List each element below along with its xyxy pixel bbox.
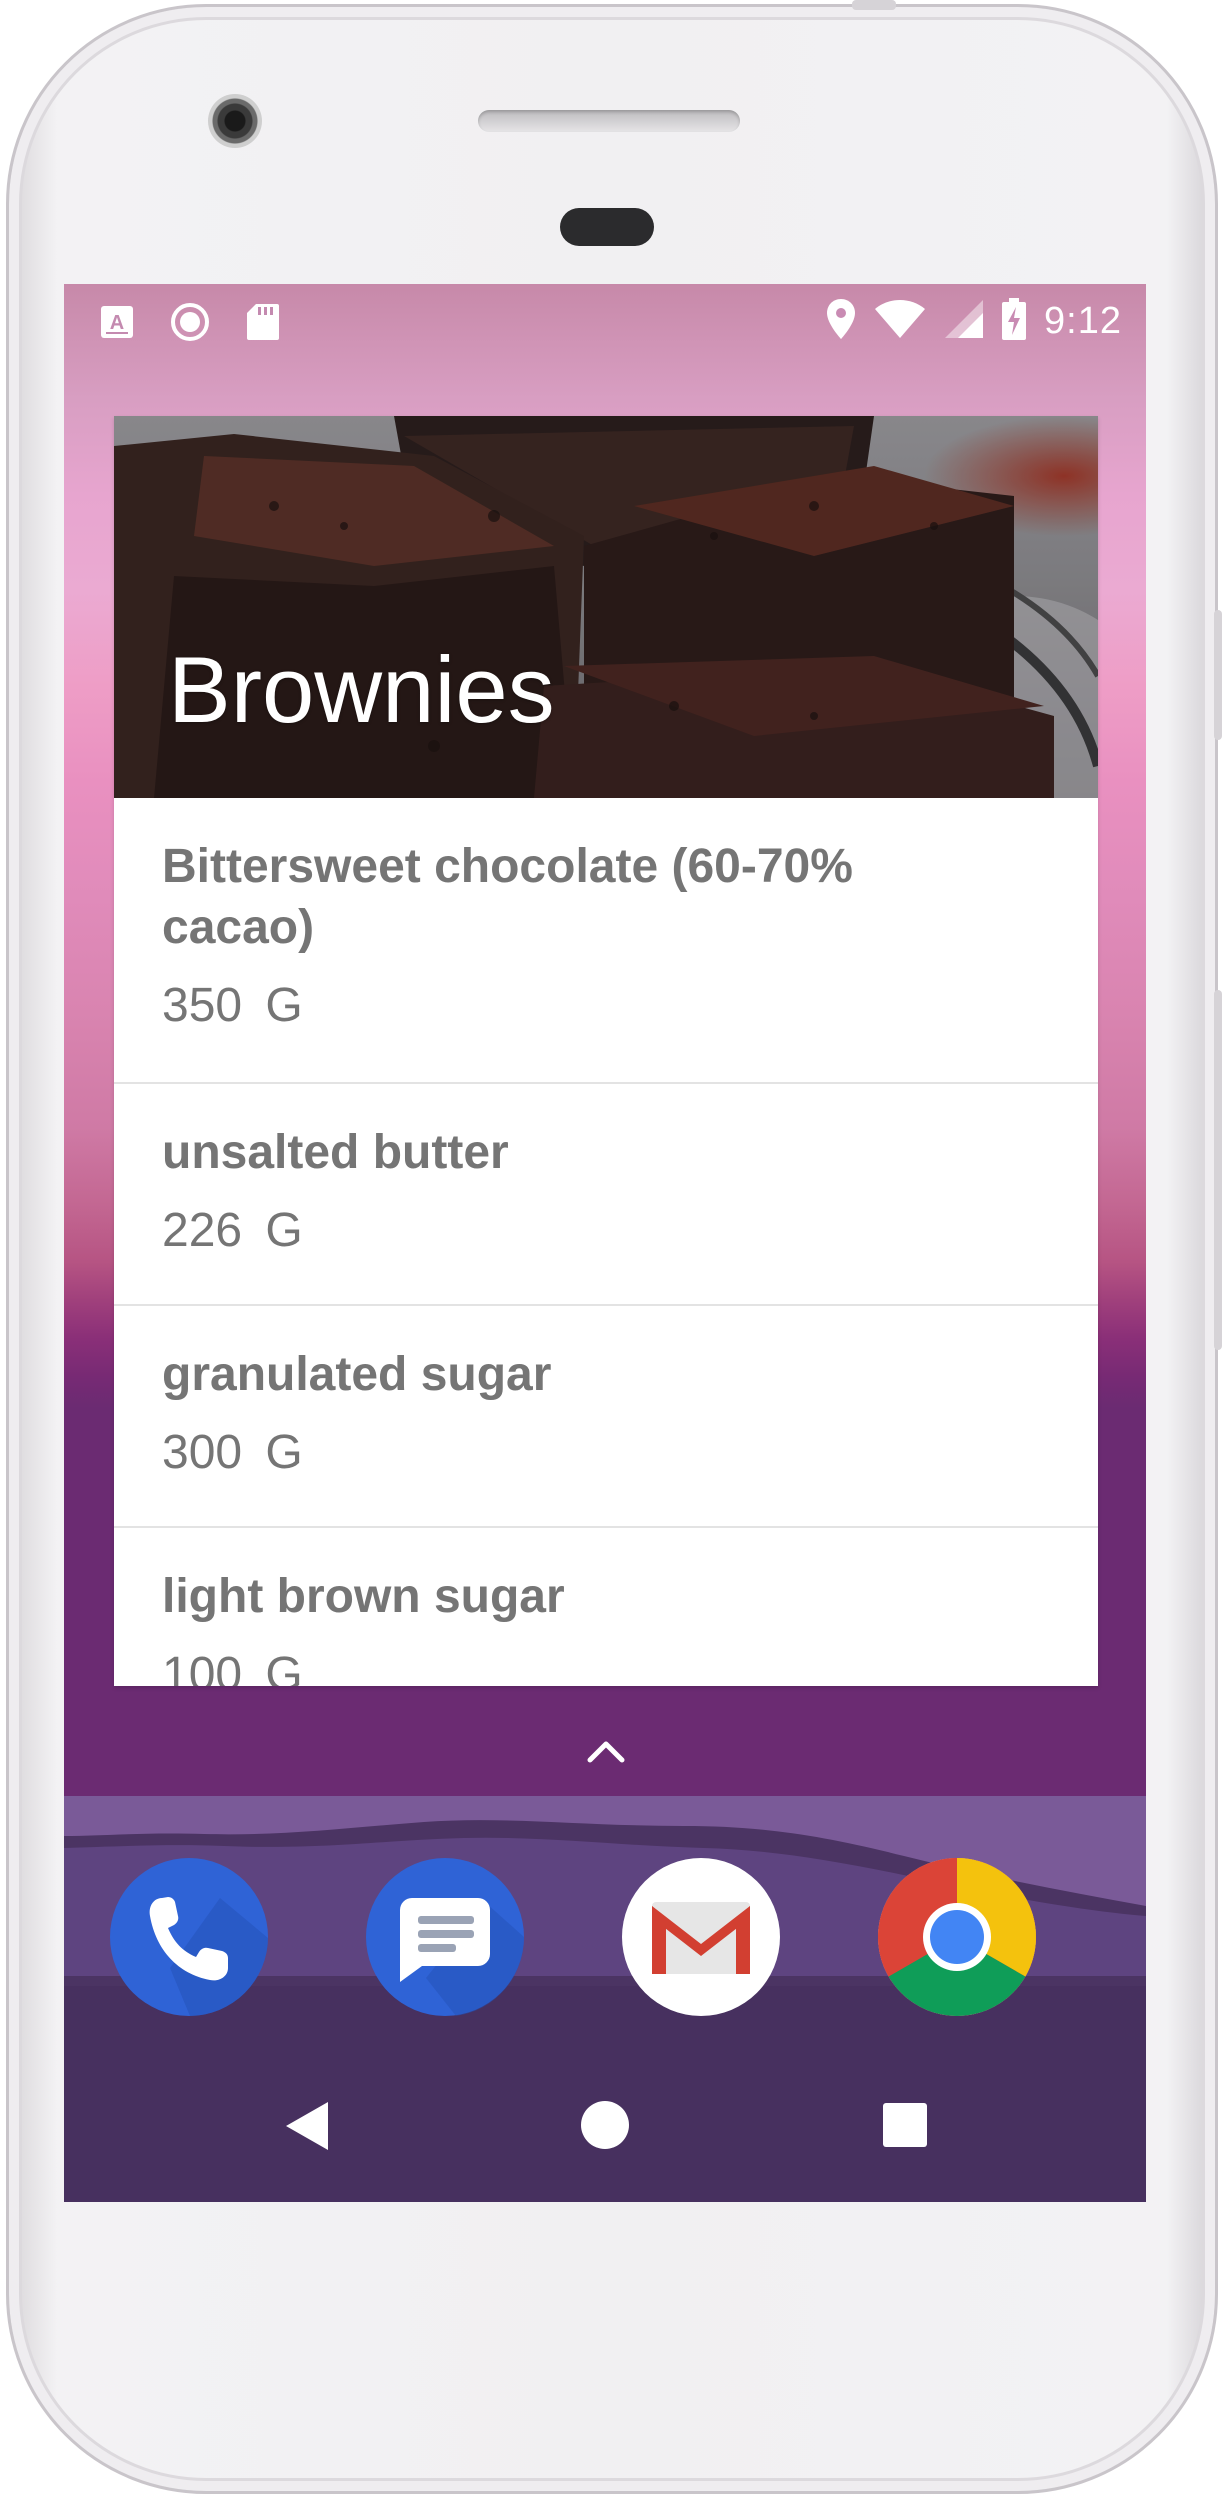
sd-card-icon (246, 303, 280, 346)
ingredient-name: unsalted butter (162, 1126, 509, 1179)
location-pin-icon (826, 298, 856, 345)
recipe-title: Brownies (168, 637, 555, 742)
ingredient-name: Bittersweet chocolate (60-70% cacao) (162, 840, 853, 954)
battery-charging-icon (1002, 298, 1027, 345)
volume-key (1214, 990, 1222, 1350)
ingredient-item[interactable]: light brown sugar 100 G (114, 1528, 1098, 1686)
ingredient-item[interactable]: unsalted butter 226 G (114, 1084, 1098, 1306)
ingredient-name: granulated sugar (162, 1348, 552, 1401)
chevron-up-icon[interactable] (586, 1738, 626, 1769)
ingredient-amount: 350 G (162, 979, 303, 1032)
side-key (1214, 610, 1222, 740)
ingredient-name: light brown sugar (162, 1570, 565, 1623)
svg-text:A: A (110, 312, 124, 334)
messages-app-icon[interactable] (366, 1858, 525, 2016)
ingredient-item[interactable]: Bittersweet chocolate (60-70% cacao) 350… (114, 798, 1098, 1084)
front-camera (208, 94, 262, 148)
earpiece-speaker (478, 110, 740, 132)
home-screen: A 9:12 Brownies Bittersweet chocolate (6… (64, 284, 1146, 2202)
back-button[interactable] (284, 2100, 332, 2157)
power-key (852, 0, 896, 10)
ingredient-amount: 226 G (162, 1204, 303, 1257)
sync-circle-icon (170, 302, 210, 347)
cellular-signal-icon (944, 299, 984, 344)
status-clock: 9:12 (1044, 300, 1122, 342)
gmail-app-icon[interactable] (622, 1858, 780, 2016)
status-bar: A 9:12 (64, 284, 1146, 360)
recipe-header-image[interactable]: Brownies (114, 416, 1098, 798)
text-a-icon: A (100, 305, 134, 344)
ingredient-item[interactable]: granulated sugar 300 G (114, 1306, 1098, 1528)
wifi-icon (874, 299, 926, 344)
chrome-app-icon[interactable] (878, 1858, 1036, 2016)
recents-button[interactable] (882, 2102, 928, 2153)
ingredient-amount: 300 G (162, 1426, 303, 1479)
proximity-sensor (560, 208, 654, 246)
home-button[interactable] (580, 2100, 630, 2155)
phone-app-icon[interactable] (110, 1858, 268, 2016)
recipe-widget[interactable]: Brownies Bittersweet chocolate (60-70% c… (114, 416, 1098, 1686)
ingredient-amount: 100 G (162, 1648, 303, 1686)
